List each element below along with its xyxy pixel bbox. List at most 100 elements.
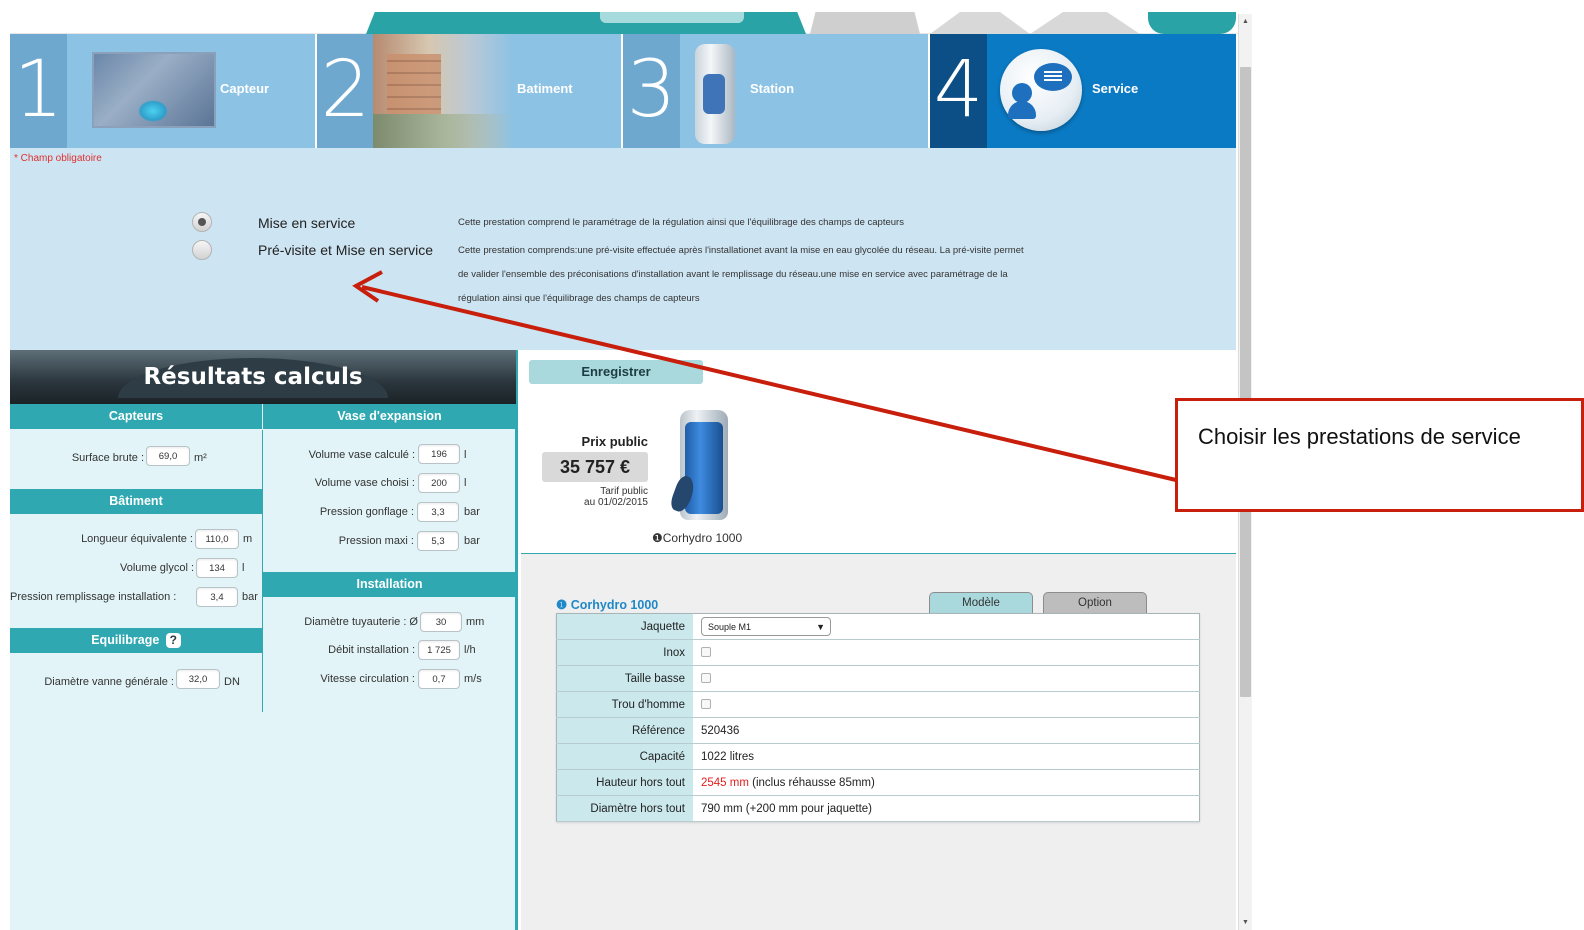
radio-pre-visite[interactable] — [192, 240, 212, 260]
pression-gonflage-value: 3,3 — [417, 502, 459, 522]
longueur-equivalente-label: Longueur équivalente : — [81, 533, 193, 545]
step-batiment[interactable]: 2 Batiment — [317, 34, 621, 148]
spec-value: 790 mm (+200 mm pour jaquette) — [693, 795, 1200, 822]
vitesse-circulation-value: 0,7 — [418, 669, 460, 689]
pression-gonflage-label: Pression gonflage : — [319, 506, 414, 518]
top-tab-shape — [810, 12, 920, 34]
spec-label: Capacité — [556, 743, 693, 770]
spec-label: Inox — [556, 639, 693, 666]
top-decoration-strip — [10, 0, 1238, 34]
option-description: Cette prestation comprend le paramétrage… — [458, 217, 904, 228]
radio-selected-dot — [198, 218, 206, 226]
diametre-vanne-label: Diamètre vanne générale : — [44, 676, 174, 688]
section-installation: Installation — [263, 572, 516, 597]
debit-installation-label: Débit installation : — [328, 644, 415, 656]
volume-vase-choisi-unit: l — [464, 477, 467, 489]
surface-brute-label: Surface brute : — [71, 452, 144, 464]
info-icon: ❶ — [652, 531, 663, 545]
scrollbar-thumb[interactable] — [1240, 67, 1251, 697]
table-row: Capacité 1022 litres — [556, 743, 1200, 770]
price-note-line: Tarif public — [600, 486, 648, 497]
table-row: Trou d'homme — [556, 691, 1200, 718]
station-tank-image — [695, 44, 735, 144]
pression-maxi-value: 5,3 — [417, 531, 459, 551]
jaquette-select-value: Souple M1 — [708, 622, 752, 632]
radio-mise-en-service[interactable] — [192, 212, 212, 232]
spec-label: Référence — [556, 717, 693, 744]
pression-gonflage-unit: bar — [464, 506, 480, 518]
spec-label: Diamètre hors tout — [556, 795, 693, 822]
top-tab-shape — [1148, 12, 1236, 34]
diametre-tuyauterie-unit: mm — [466, 616, 485, 628]
scroll-up-icon[interactable]: ▲ — [1242, 18, 1249, 25]
table-row: Diamètre hors tout 790 mm (+200 mm pour … — [556, 795, 1200, 822]
option-label-pre-visite: Pré-visite et Mise en service — [258, 242, 434, 258]
spec-label: Hauteur hors tout — [556, 769, 693, 796]
scroll-down-icon[interactable]: ▼ — [1242, 919, 1249, 926]
pression-remplissage-label: Pression remplissage installation : — [10, 591, 177, 603]
trou-homme-checkbox[interactable] — [701, 699, 711, 710]
section-equilibrage: Equilibrage ? — [10, 628, 262, 653]
option-description: Cette prestation comprends:une pré-visit… — [458, 245, 1024, 256]
diametre-vanne-value: 32,0 — [176, 669, 220, 689]
taille-basse-checkbox[interactable] — [701, 673, 711, 684]
diametre-tuyauterie-label: Diamètre tuyauterie : Ø — [304, 616, 418, 628]
step-number: 1 — [10, 34, 67, 148]
save-button[interactable]: Enregistrer — [529, 360, 703, 384]
volume-vase-calcule-value: 196 — [418, 444, 460, 464]
spec-value: 1022 litres — [693, 743, 1200, 770]
volume-glycol-label: Volume glycol : — [120, 562, 194, 574]
tab-option[interactable]: Option — [1043, 592, 1147, 614]
price-note: Tarif public au 01/02/2015 — [542, 486, 648, 508]
top-tab-shape — [600, 12, 744, 23]
table-row: Inox — [556, 639, 1200, 666]
jaquette-select[interactable]: Souple M1 ▼ — [701, 617, 831, 636]
step-label: Service — [1092, 81, 1139, 96]
inox-checkbox[interactable] — [701, 647, 711, 658]
step-label: Capteur — [220, 81, 270, 96]
service-user-chat-icon — [1000, 49, 1082, 131]
step-label: Batiment — [517, 81, 573, 96]
product-section-title-text: Corhydro 1000 — [570, 598, 659, 612]
pression-remplissage-unit: bar — [242, 591, 258, 603]
longueur-equivalente-unit: m — [243, 533, 253, 545]
info-icon: ❶ — [556, 598, 568, 612]
price-label: Prix public — [581, 434, 648, 449]
top-tab-shape — [1030, 12, 1140, 34]
volume-glycol-unit: l — [242, 562, 245, 574]
table-row: Référence 520436 — [556, 717, 1200, 744]
vitesse-circulation-label: Vitesse circulation : — [320, 673, 415, 685]
step-capteur[interactable]: 1 Capteur — [10, 34, 315, 148]
spec-value-highlight: 2545 mm — [701, 776, 749, 789]
spec-label: Jaquette — [556, 613, 693, 640]
building-image — [373, 34, 513, 148]
spec-value: (inclus réhausse 85mm) — [748, 776, 875, 789]
tab-modele[interactable]: Modèle — [929, 592, 1033, 614]
option-description: de valider l'ensemble des préconisations… — [458, 269, 1008, 280]
results-title: Résultats calculs — [118, 358, 388, 398]
annotation-callout: Choisir les prestations de service — [1175, 398, 1584, 512]
top-tab-shape — [930, 12, 1030, 34]
step-number: 2 — [317, 34, 374, 148]
surface-brute-unit: m² — [194, 452, 207, 464]
debit-installation-unit: l/h — [464, 644, 476, 656]
diametre-tuyauterie-value: 30 — [420, 612, 462, 632]
table-row: Taille basse — [556, 665, 1200, 692]
section-vase-expansion: Vase d'expansion — [263, 404, 516, 429]
step-service[interactable]: 4 Service — [930, 34, 1236, 148]
price-value: 35 757 € — [542, 452, 648, 482]
help-icon[interactable]: ? — [165, 633, 181, 649]
product-section-title: ❶ Corhydro 1000 — [556, 597, 658, 612]
product-name-text: Corhydro 1000 — [662, 531, 743, 545]
volume-vase-choisi-value: 200 — [418, 473, 460, 493]
step-number: 3 — [623, 34, 680, 148]
product-tank-image — [668, 410, 728, 520]
step-station[interactable]: 3 Station — [623, 34, 928, 148]
chevron-down-icon: ▼ — [816, 622, 825, 632]
product-name: ❶Corhydro 1000 — [652, 531, 742, 545]
step-label: Station — [750, 81, 795, 96]
volume-glycol-value: 134 — [196, 558, 238, 578]
pression-remplissage-value: 3,4 — [196, 587, 238, 607]
required-field-note: * Champ obligatoire — [14, 153, 102, 164]
section-capteurs: Capteurs — [10, 404, 262, 429]
